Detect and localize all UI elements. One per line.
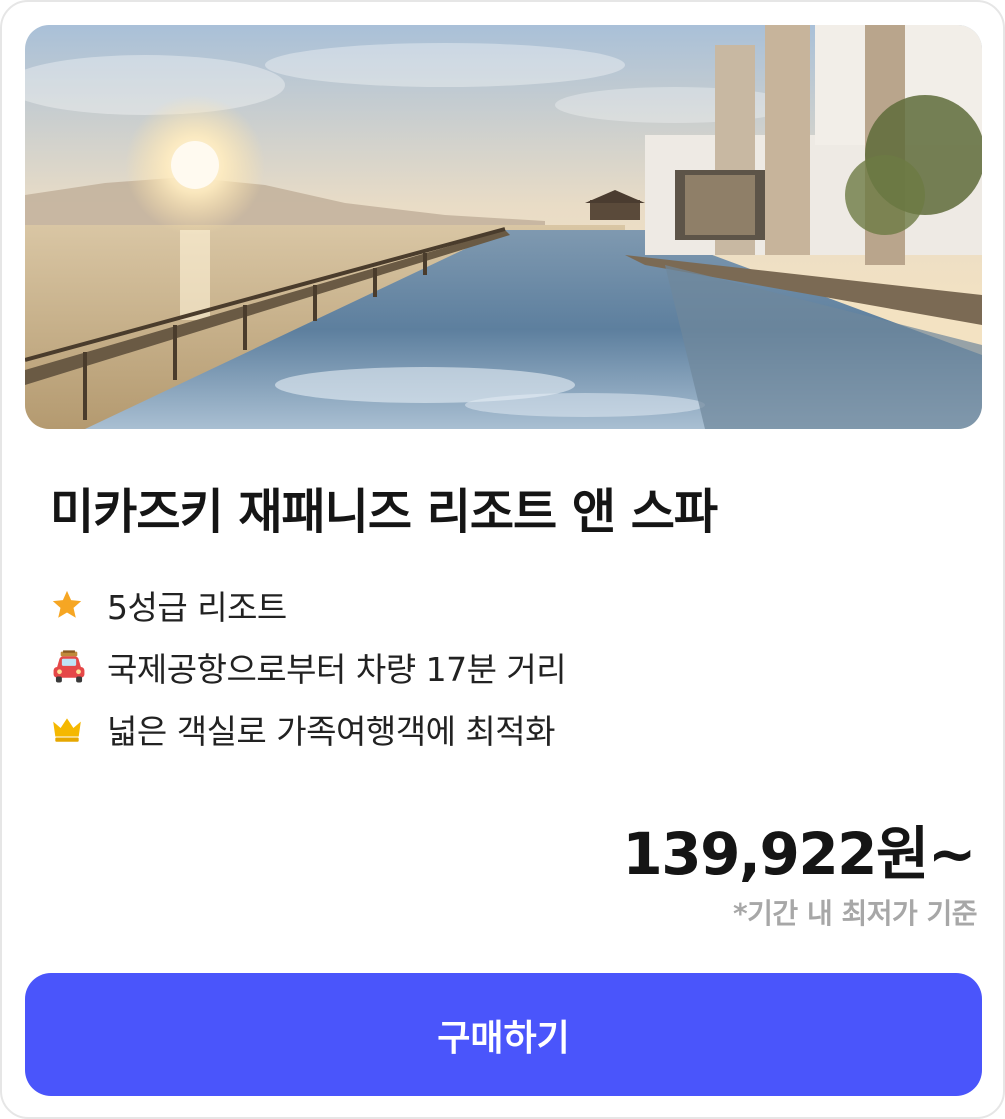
feature-text: 국제공항으로부터 차량 17분 거리 xyxy=(107,650,567,689)
price-note: *기간 내 최저가 기준 xyxy=(733,897,977,930)
feature-text: 넓은 객실로 가족여행객에 최적화 xyxy=(107,712,556,751)
star-icon xyxy=(50,585,90,625)
product-card[interactable]: 미카즈키 재패니즈 리조트 앤 스파 5성급 리조트 국제공항으로부터 차량 1… xyxy=(0,0,1005,1119)
product-title: 미카즈키 재패니즈 리조트 앤 스파 xyxy=(50,484,718,540)
feature-item: 5성급 리조트 xyxy=(50,574,566,636)
feature-list: 5성급 리조트 국제공항으로부터 차량 17분 거리 넓은 객실로 가족여행객에… xyxy=(50,574,567,760)
feature-text: 5성급 리조트 xyxy=(107,588,287,627)
buy-button[interactable]: 구매하기 xyxy=(25,973,982,1096)
hero-image xyxy=(25,25,982,429)
feature-item: 국제공항으로부터 차량 17분 거리 xyxy=(50,636,567,698)
feature-item: 넓은 객실로 가족여행객에 최적화 xyxy=(50,698,566,760)
crown-icon xyxy=(50,709,90,749)
car-icon xyxy=(50,647,90,687)
price: 139,922원~ xyxy=(622,820,976,888)
